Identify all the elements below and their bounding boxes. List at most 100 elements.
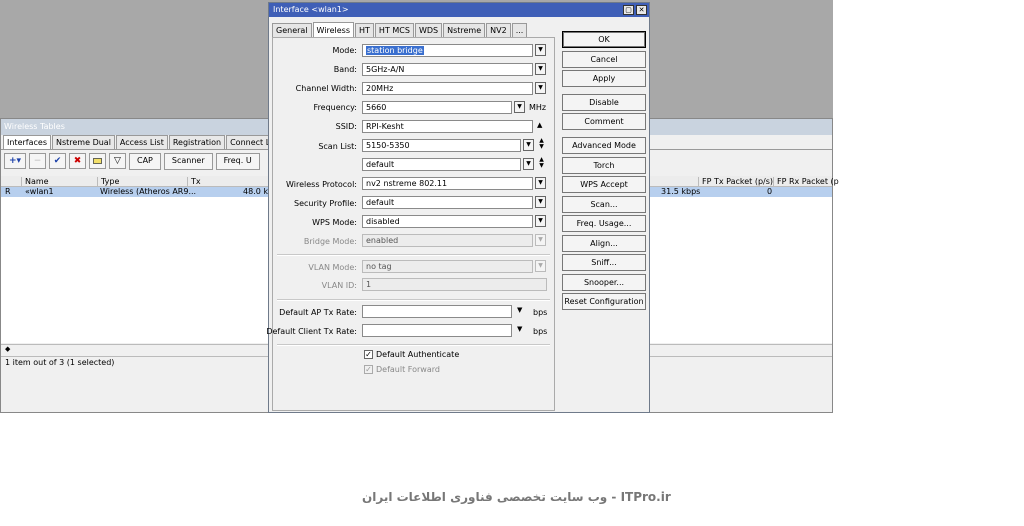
default-forward-label: Default Forward: [376, 365, 440, 374]
dialog-titlebar: Interface <wlan1> ▢ ✕: [269, 3, 649, 17]
tab-nstreme-dual[interactable]: Nstreme Dual: [51, 135, 115, 149]
tab-nstreme[interactable]: Nstreme: [443, 23, 486, 37]
remove-icon[interactable]: −: [29, 153, 46, 169]
mode-dropdown-icon[interactable]: ▼: [535, 44, 546, 56]
column-type[interactable]: Type: [97, 177, 119, 186]
column-fp-rx[interactable]: FP Rx Packet (p: [773, 177, 839, 186]
bridge-mode-label: Bridge Mode:: [303, 237, 357, 246]
frequency-unit: MHz: [529, 103, 547, 112]
scan-list-select[interactable]: 5150-5350: [362, 139, 521, 152]
tab-wds[interactable]: WDS: [414, 23, 443, 37]
frequency-label: Frequency:: [313, 103, 357, 112]
column-tx[interactable]: Tx: [187, 177, 201, 186]
tab-more[interactable]: ...: [511, 23, 528, 37]
wps-mode-select[interactable]: disabled: [362, 215, 533, 228]
close-icon[interactable]: ✕: [636, 5, 647, 15]
band-label: Band:: [333, 65, 357, 74]
column-name[interactable]: Name: [21, 177, 49, 186]
tab-registration[interactable]: Registration: [168, 135, 226, 149]
security-profile-dropdown-icon[interactable]: ▼: [535, 196, 546, 208]
cancel-button[interactable]: Cancel: [562, 51, 646, 68]
default-client-tx-rate-dropdown-icon[interactable]: ▼: [517, 325, 522, 333]
security-profile-select[interactable]: default: [362, 196, 533, 209]
row-rx: 31.5 kbps: [661, 187, 701, 196]
scan-list-2-updown-icon[interactable]: ▲ ▼: [537, 157, 546, 169]
comment-button[interactable]: Comment: [562, 113, 646, 130]
vlan-mode-select: no tag: [362, 260, 533, 273]
vlan-id-label: VLAN ID:: [321, 281, 357, 290]
ssid-input[interactable]: RPI-Kesht: [362, 120, 533, 133]
vlan-mode-dropdown-icon: ▼: [535, 260, 546, 272]
add-icon[interactable]: +▾: [4, 153, 26, 169]
default-ap-tx-rate-unit: bps: [533, 308, 548, 317]
tab-general[interactable]: General: [272, 23, 312, 37]
disable-x-icon[interactable]: ✖: [69, 153, 86, 169]
default-authenticate-checkbox[interactable]: ✓: [364, 350, 373, 359]
freq-usage-button[interactable]: Freq. Usage...: [562, 215, 646, 232]
scan-list-select-2[interactable]: default: [362, 158, 521, 171]
align-button[interactable]: Align...: [562, 235, 646, 252]
scan-button[interactable]: Scan...: [562, 196, 646, 213]
ssid-label: SSID:: [335, 122, 357, 131]
dialog-tabs: General Wireless HT HT MCS WDS Nstreme N…: [272, 22, 528, 37]
default-ap-tx-rate-input[interactable]: [362, 305, 512, 318]
channel-width-dropdown-icon[interactable]: ▼: [535, 82, 546, 94]
vlan-mode-label: VLAN Mode:: [308, 263, 357, 272]
maximize-icon[interactable]: ▢: [623, 5, 634, 15]
ssid-collapse-icon[interactable]: ▲: [537, 121, 542, 129]
scan-list-updown-icon[interactable]: ▲ ▼: [537, 138, 546, 150]
torch-button[interactable]: Torch: [562, 157, 646, 174]
default-client-tx-rate-input[interactable]: [362, 324, 512, 337]
wireless-protocol-dropdown-icon[interactable]: ▼: [535, 177, 546, 189]
enable-check-icon[interactable]: ✔: [49, 153, 66, 169]
mode-select[interactable]: station bridge: [362, 44, 533, 57]
default-client-tx-rate-label: Default Client Tx Rate:: [266, 327, 357, 336]
apply-button[interactable]: Apply: [562, 70, 646, 87]
wireless-protocol-select[interactable]: nv2 nstreme 802.11: [362, 177, 533, 190]
separator: [277, 344, 550, 346]
advanced-mode-button[interactable]: Advanced Mode: [562, 137, 646, 154]
filter-icon[interactable]: ▽: [109, 153, 126, 169]
frequency-dropdown-icon[interactable]: ▼: [514, 101, 525, 113]
scroll-arrow-icon[interactable]: ◆: [5, 345, 10, 353]
band-dropdown-icon[interactable]: ▼: [535, 63, 546, 75]
disable-button[interactable]: Disable: [562, 94, 646, 111]
default-ap-tx-rate-dropdown-icon[interactable]: ▼: [517, 306, 522, 314]
scan-list-dropdown-icon[interactable]: ▼: [523, 139, 534, 151]
ok-button[interactable]: OK: [562, 31, 646, 48]
snooper-button[interactable]: Snooper...: [562, 274, 646, 291]
freq-usage-button[interactable]: Freq. U: [215, 152, 260, 170]
row-name: «wlan1: [25, 187, 54, 196]
scan-list-label: Scan List:: [318, 142, 357, 151]
column-fp-tx[interactable]: FP Tx Packet (p/s): [698, 177, 773, 186]
comment-icon[interactable]: [89, 153, 106, 169]
bridge-mode-dropdown-icon: ▼: [535, 234, 546, 246]
tab-access-list[interactable]: Access List: [115, 135, 168, 149]
mode-value: station bridge: [366, 46, 424, 55]
scan-list-2-dropdown-icon[interactable]: ▼: [523, 158, 534, 170]
tab-wireless[interactable]: Wireless: [312, 22, 355, 37]
row-flag: R: [5, 187, 11, 196]
dialog-title: Interface <wlan1>: [273, 5, 349, 14]
tab-nv2[interactable]: NV2: [486, 23, 511, 37]
frequency-select[interactable]: 5660: [362, 101, 512, 114]
wps-accept-button[interactable]: WPS Accept: [562, 176, 646, 193]
wps-mode-dropdown-icon[interactable]: ▼: [535, 215, 546, 227]
wireless-panel: Mode: Band: Channel Width: Frequency: SS…: [266, 37, 555, 411]
reset-configuration-button[interactable]: Reset Configuration: [562, 293, 646, 310]
channel-width-select[interactable]: 20MHz: [362, 82, 533, 95]
mode-label: Mode:: [332, 46, 358, 55]
vlan-id-input: 1: [362, 278, 547, 291]
interface-dialog: Interface <wlan1> ▢ ✕ General Wireless H…: [266, 2, 650, 413]
security-profile-label: Security Profile:: [294, 199, 357, 208]
separator: [277, 299, 550, 301]
default-client-tx-rate-unit: bps: [533, 327, 548, 336]
tab-ht[interactable]: HT: [355, 23, 374, 37]
cap-button[interactable]: CAP: [129, 152, 161, 170]
band-select[interactable]: 5GHz-A/N: [362, 63, 533, 76]
tab-interfaces[interactable]: Interfaces: [3, 135, 51, 149]
default-ap-tx-rate-label: Default AP Tx Rate:: [279, 308, 357, 317]
scanner-button[interactable]: Scanner: [163, 152, 213, 170]
tab-ht-mcs[interactable]: HT MCS: [374, 23, 414, 37]
sniff-button[interactable]: Sniff...: [562, 254, 646, 271]
